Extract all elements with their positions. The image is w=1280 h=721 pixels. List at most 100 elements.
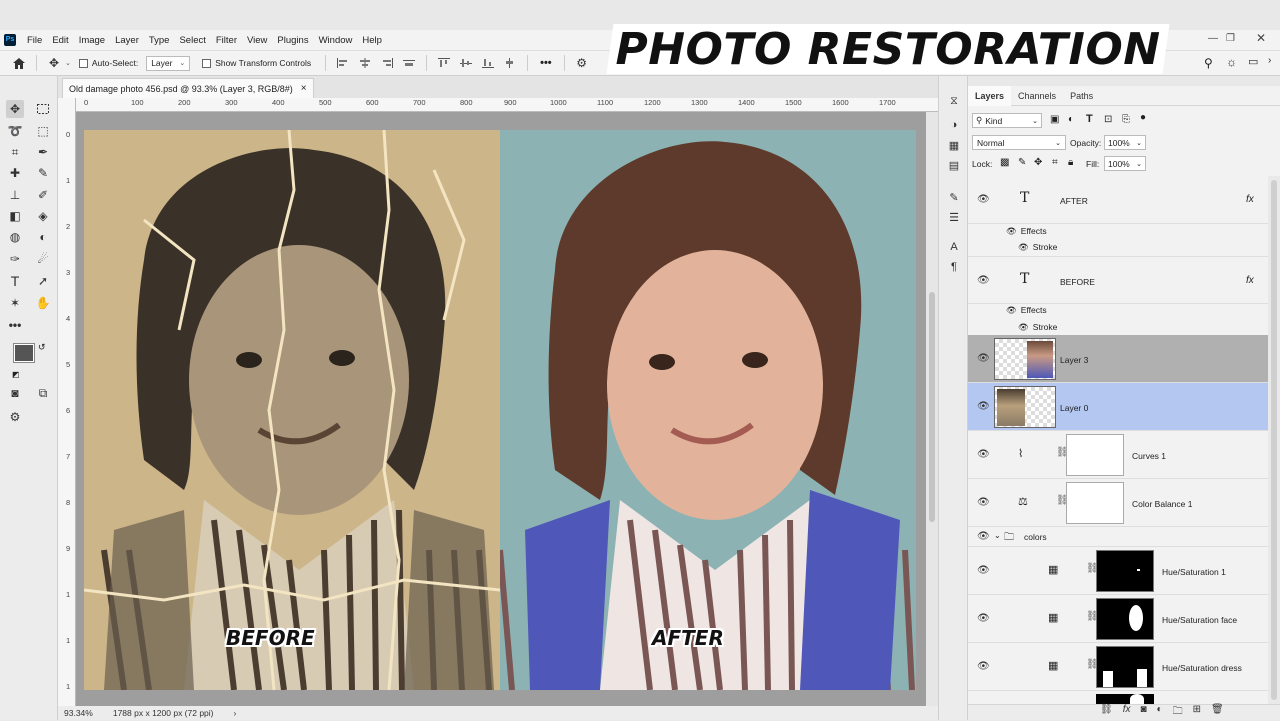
zoom-level[interactable]: 93.34% <box>64 708 93 718</box>
restore-icon[interactable]: ❐ <box>1226 33 1235 44</box>
effects-row[interactable]: 👁︎ Effects <box>1006 305 1047 316</box>
healing-brush-icon[interactable]: ✚ <box>6 164 24 182</box>
layer-row[interactable]: 👁︎ ⚖︎ ⛓︎ Color Balance 1 <box>968 479 1268 527</box>
properties-panel-icon[interactable]: ☰ <box>947 210 961 224</box>
path-select-icon[interactable]: ➚ <box>34 272 52 290</box>
layer-name[interactable]: Curves 1 <box>1132 451 1166 461</box>
layer-group-row[interactable]: 👁︎ ⌄ 🗀 colors <box>968 527 1268 547</box>
pen-tool-icon[interactable]: ✑ <box>6 250 24 268</box>
layers-scrollbar[interactable] <box>1268 176 1280 706</box>
layer-name[interactable]: Hue/Saturation face <box>1162 615 1237 625</box>
layer-row[interactable]: 👁︎ ▦ ⛓︎ Hue/Saturation 1 <box>968 547 1268 595</box>
layer-row-active[interactable]: 👁︎ Layer 0 <box>968 383 1268 431</box>
visibility-eye-icon[interactable]: 👁︎ <box>977 531 990 542</box>
layer-name[interactable]: Hue/Saturation 1 <box>1162 567 1226 577</box>
layer-name[interactable]: BEFORE <box>1060 277 1095 287</box>
photoshop-logo-icon[interactable]: Ps <box>4 34 16 46</box>
layer-name[interactable]: AFTER <box>1060 196 1088 206</box>
smudge-icon[interactable]: ☄ <box>34 250 52 268</box>
fx-icon[interactable]: fx <box>1246 194 1254 205</box>
visibility-eye-icon[interactable]: 👁︎ <box>977 565 990 576</box>
chevron-down-icon[interactable]: ⌄ <box>65 59 71 67</box>
visibility-eye-icon[interactable]: 👁︎ <box>977 449 990 460</box>
menu-plugins[interactable]: Plugins <box>272 35 313 46</box>
swap-colors-icon[interactable]: ↺ <box>38 342 46 353</box>
visibility-eye-icon[interactable]: 👁︎ <box>1006 226 1017 236</box>
visibility-eye-icon[interactable]: 👁︎ <box>977 661 990 672</box>
chevron-down-icon[interactable]: ⌄ <box>994 531 1001 540</box>
scrollbar-thumb[interactable] <box>1271 180 1277 700</box>
link-layers-icon[interactable]: ⛓︎ <box>1100 704 1113 718</box>
shape-tool-icon[interactable]: ✶ <box>6 294 24 312</box>
layer-row[interactable]: 👁︎ ⌇ ⛓︎ Curves 1 <box>968 431 1268 479</box>
filter-shape-icon[interactable]: ⊡ <box>1104 114 1112 125</box>
more-options-icon[interactable]: ••• <box>540 57 552 69</box>
filter-pixel-icon[interactable]: ▣ <box>1050 114 1059 125</box>
blur-tool-icon[interactable]: ◍ <box>6 228 24 246</box>
layer-name[interactable]: Hue/Saturation dress <box>1162 663 1242 673</box>
brush-tool-icon[interactable]: ✎ <box>34 164 52 182</box>
distribute-vertical-icon[interactable] <box>499 53 521 73</box>
visibility-eye-icon[interactable]: 👁︎ <box>977 194 990 205</box>
align-bottom-icon[interactable] <box>477 53 499 73</box>
lock-position-icon[interactable]: ✥ <box>1034 157 1042 168</box>
home-icon[interactable] <box>8 53 30 73</box>
add-mask-icon[interactable]: ◙ <box>1140 704 1146 718</box>
align-middle-icon[interactable] <box>455 53 477 73</box>
blend-mode-dropdown[interactable]: Normal ⌄ <box>972 135 1066 150</box>
adjustments-panel-icon[interactable]: ◑ <box>947 118 961 132</box>
marquee-tool-icon[interactable] <box>34 100 52 118</box>
visibility-eye-icon[interactable]: 👁︎ <box>977 275 990 286</box>
layer-row[interactable]: 👁︎ ▦ ⛓︎ Hue/Saturation dress <box>968 643 1268 691</box>
minimize-icon[interactable]: — <box>1208 33 1218 44</box>
mask-thumbnail[interactable] <box>1066 482 1124 524</box>
menu-help[interactable]: Help <box>357 35 387 46</box>
layer-name[interactable]: Layer 0 <box>1060 403 1088 413</box>
new-group-icon[interactable]: 🗀 <box>1173 704 1183 718</box>
tab-paths[interactable]: Paths <box>1063 86 1100 106</box>
effect-stroke-row[interactable]: 👁︎ Stroke <box>1018 242 1057 253</box>
distribute-icon[interactable] <box>398 53 420 73</box>
object-select-icon[interactable]: ⬚ <box>34 122 52 140</box>
layer-name[interactable]: Color Balance 1 <box>1132 499 1192 509</box>
menu-layer[interactable]: Layer <box>110 35 144 46</box>
history-brush-icon[interactable]: ✐ <box>34 186 52 204</box>
ruler-vertical[interactable]: 0 1 2 3 4 5 6 7 8 9 1 1 1 <box>58 98 76 706</box>
filter-adjustment-icon[interactable]: ◐ <box>1068 114 1074 125</box>
ruler-horizontal[interactable]: 0 100 200 300 400 500 600 700 800 900 10… <box>76 98 938 112</box>
lock-image-icon[interactable]: ✎ <box>1018 157 1026 168</box>
fx-icon[interactable]: fx <box>1246 275 1254 286</box>
visibility-eye-icon[interactable]: 👁︎ <box>977 497 990 508</box>
visibility-eye-icon[interactable]: 👁︎ <box>1006 305 1017 315</box>
screen-mode-icon[interactable]: ⧉ <box>34 384 52 402</box>
menu-view[interactable]: View <box>242 35 272 46</box>
type-tool-icon[interactable]: T <box>6 272 24 290</box>
align-top-icon[interactable] <box>433 53 455 73</box>
mask-thumbnail[interactable] <box>1096 550 1154 592</box>
clone-stamp-icon[interactable]: ⊥ <box>6 186 24 204</box>
layer-row[interactable]: 👁︎ T BEFORE fx <box>968 256 1268 304</box>
character-panel-icon[interactable]: A <box>947 240 961 254</box>
show-transform-checkbox[interactable] <box>202 58 212 68</box>
tab-layers[interactable]: Layers <box>968 85 1012 106</box>
status-arrow-icon[interactable]: › <box>234 708 237 718</box>
align-left-icon[interactable] <box>332 53 354 73</box>
visibility-eye-icon[interactable]: 👁︎ <box>977 401 990 412</box>
layer-row[interactable]: 👁︎ ▦ ⛓︎ Hue/Saturation face <box>968 595 1268 643</box>
auto-select-checkbox[interactable] <box>78 58 88 68</box>
close-icon[interactable]: ✕ <box>1256 31 1266 45</box>
paint-bucket-icon[interactable]: ◈ <box>34 207 52 225</box>
chevron-icon[interactable]: › <box>1268 55 1271 66</box>
gear-icon[interactable]: ⚙ <box>571 53 593 73</box>
quick-mask-icon[interactable]: ◙ <box>6 384 24 402</box>
search-icon[interactable]: ⚲ <box>1204 56 1213 70</box>
menu-file[interactable]: File <box>22 35 47 46</box>
effect-stroke-row[interactable]: 👁︎ Stroke <box>1018 322 1057 333</box>
menu-filter[interactable]: Filter <box>211 35 242 46</box>
visibility-eye-icon[interactable]: 👁︎ <box>1018 322 1029 332</box>
align-right-icon[interactable] <box>376 53 398 73</box>
close-tab-icon[interactable]: × <box>301 83 307 94</box>
default-colors-icon[interactable]: ◩ <box>12 370 20 379</box>
brush-panel-icon[interactable]: ✎ <box>947 190 961 204</box>
menu-type[interactable]: Type <box>144 35 175 46</box>
